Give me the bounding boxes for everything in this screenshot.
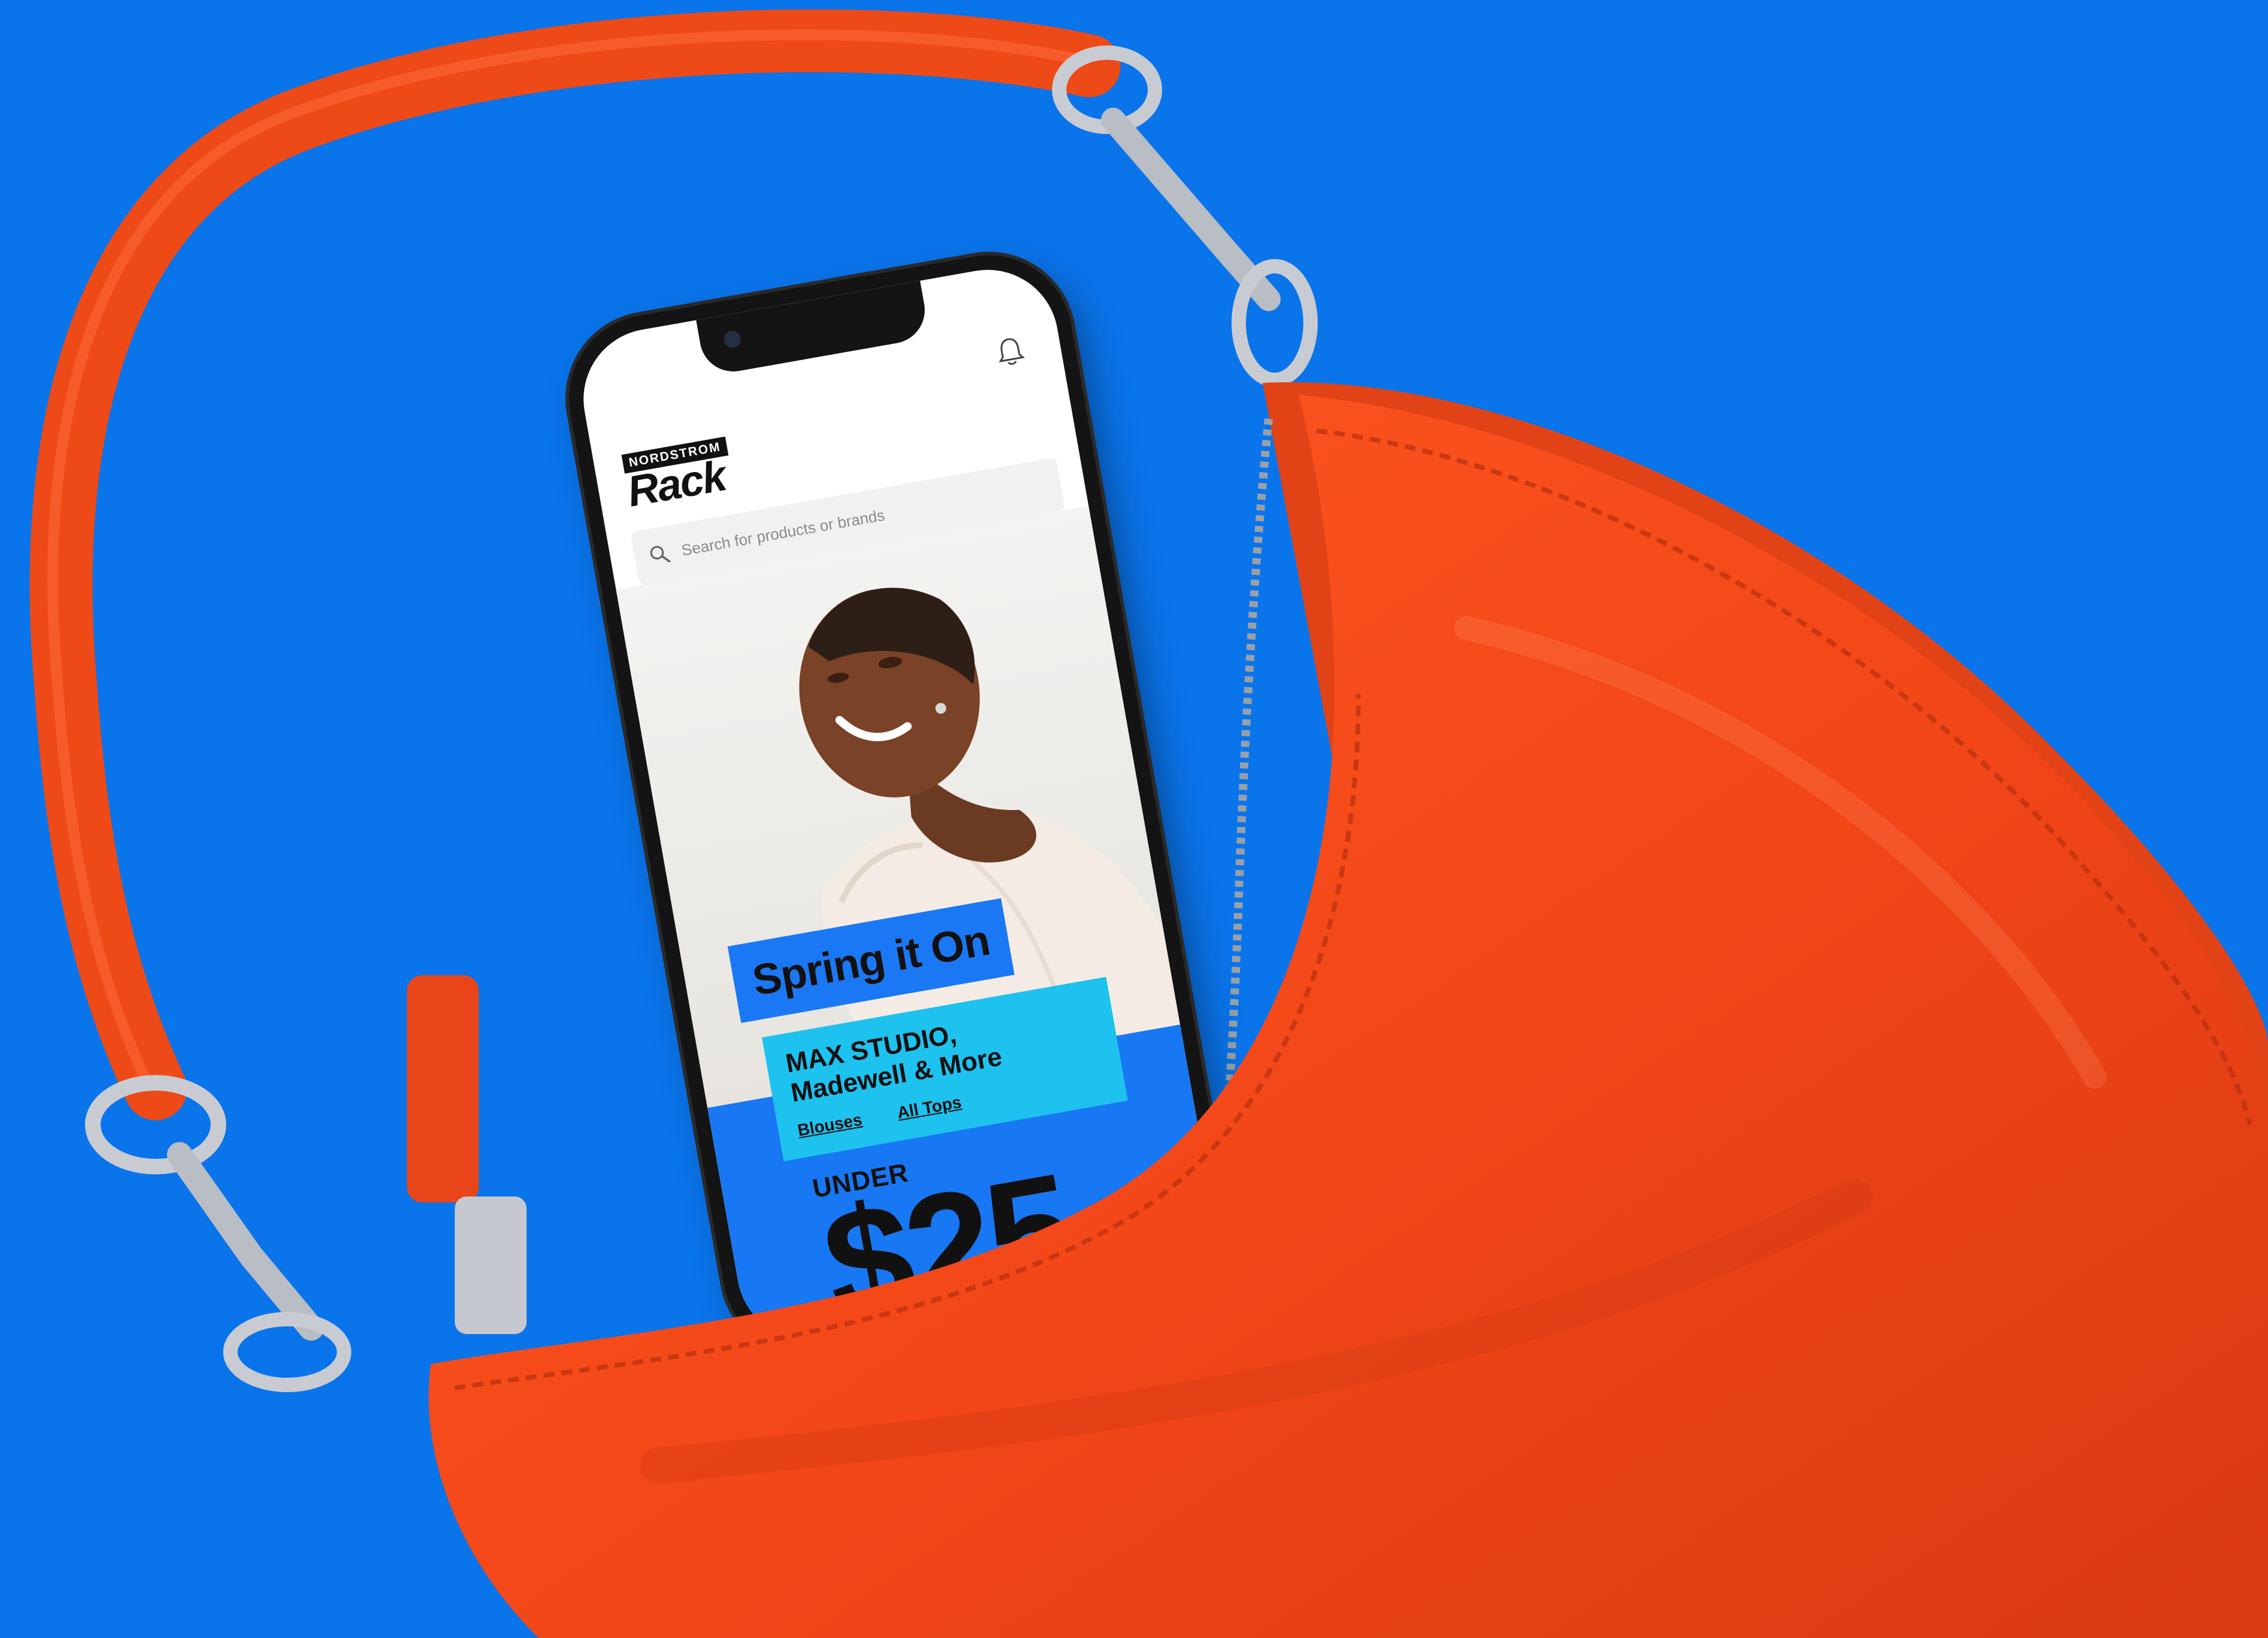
link-all-tops[interactable]: All Tops xyxy=(896,1092,963,1122)
bell-icon[interactable] xyxy=(995,334,1026,369)
link-blouses[interactable]: Blouses xyxy=(796,1110,864,1140)
deal-price[interactable]: $25 xyxy=(812,1141,1084,1350)
product-photo-scene: NORDSTROM Rack Search for products or br… xyxy=(0,0,2268,1638)
nordstrom-rack-logo[interactable]: NORDSTROM Rack xyxy=(621,436,735,516)
search-icon xyxy=(650,546,671,563)
camera-icon xyxy=(722,329,742,349)
